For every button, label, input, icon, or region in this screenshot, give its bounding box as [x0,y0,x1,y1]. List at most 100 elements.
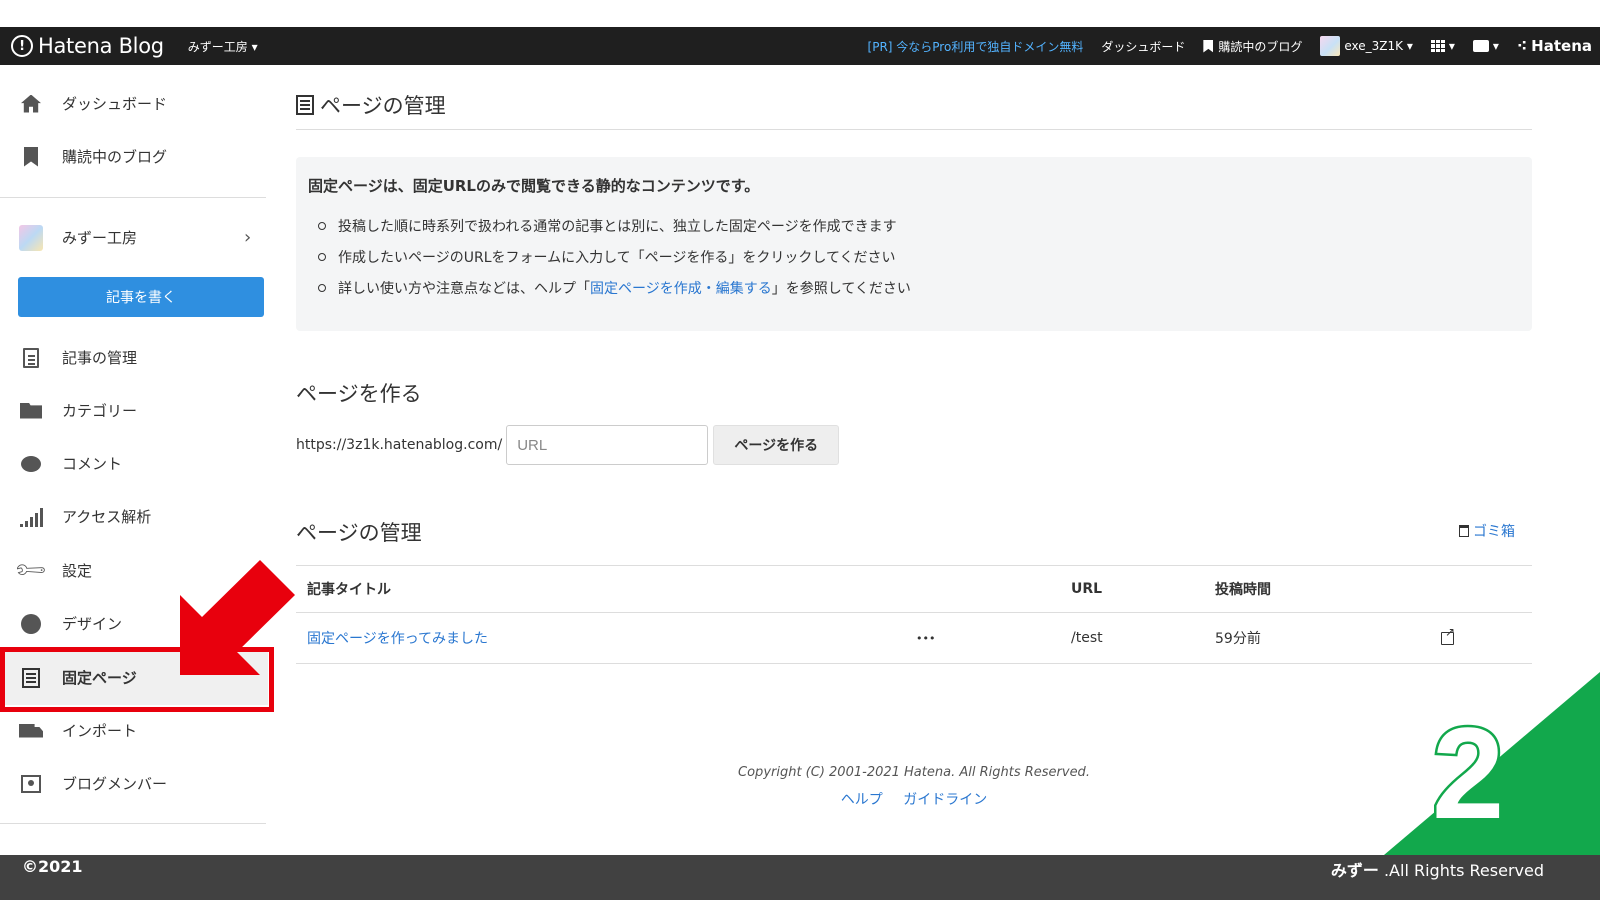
column-posted: 投稿時間 [1215,582,1271,598]
sidebar-item-articles[interactable]: 記事の管理 [0,331,268,384]
header-reading-link[interactable]: 購読中のブログ [1203,38,1302,55]
grid-icon [1430,39,1445,53]
trash-icon [1459,525,1469,537]
create-page-button[interactable]: ページを作る [713,425,840,465]
wrench-icon: 🔧︎ [12,551,50,590]
document-icon [23,347,39,368]
comment-icon [21,455,41,472]
posted-time: 59分前 [1215,631,1261,647]
trash-label: ゴミ箱 [1473,524,1515,540]
info-list: 投稿した順に時系列で扱われる通常の記事とは別に、独立した固定ページを作成できます… [318,210,911,303]
sidebar-item-label: 記事の管理 [62,349,138,367]
footer-copyright: Copyright (C) 2001-2021 Hatena. All Righ… [738,765,1090,780]
list-item: 作成したいページのURLをフォームに入力して「ページを作る」をクリックしてくださ… [318,241,911,272]
header-dashboard-link[interactable]: ダッシュボード [1101,38,1185,55]
info-bullet-text: 」を参照してください [771,280,911,297]
sidebar-item-comments[interactable]: コメント [0,437,268,490]
trash-link[interactable]: ゴミ箱 [1459,521,1515,541]
list-item: 投稿した順に時系列で扱われる通常の記事とは別に、独立した固定ページを作成できます [318,210,911,241]
chevron-right-icon: › [244,227,252,248]
username: exe_3Z1K ▾ [1344,39,1413,53]
url-input[interactable] [506,425,709,465]
apps-menu[interactable]: ▾ [1430,39,1455,53]
page-title-text: ページの管理 [320,94,446,118]
column-url: URL [1071,581,1103,597]
more-menu-button[interactable]: ••• [916,613,935,663]
home-icon [21,94,41,113]
author-name: みずー [1330,861,1379,880]
manage-pages-heading: ページの管理 [296,521,422,545]
hatena-logo-icon: ! [11,35,33,57]
sidebar-item-reading[interactable]: 購読中のブログ [0,130,268,183]
blog-avatar [19,224,43,251]
members-icon [21,774,41,793]
divider [0,823,266,824]
help-link[interactable]: 固定ページを作成・編集する [590,278,772,298]
write-article-button[interactable]: 記事を書く [18,277,264,317]
truck-icon [19,723,43,738]
pages-icon [296,95,314,115]
brand-label: Hatena Blog [38,34,164,58]
info-bullet-text: 作成したいページのURLをフォームに入力して「ページを作る」をクリックしてくださ… [338,249,896,266]
footer-guideline-link[interactable]: ガイドライン [903,792,987,808]
hatena-link[interactable]: ⁖ Hatena [1517,37,1592,55]
footer-help-link[interactable]: ヘルプ [841,792,883,808]
sidebar-item-label: カテゴリー [62,402,138,420]
copyright-year: ©2021 [22,857,83,876]
palette-icon [21,613,41,634]
sidebar-item-label: インポート [62,722,138,740]
list-item: 詳しい使い方や注意点などは、ヘルプ「 固定ページを作成・編集する 」を参照してくださ… [318,272,911,303]
blog-selector[interactable]: みずー工房 ▾ [188,38,258,55]
sidebar-item-categories[interactable]: カテゴリー [0,384,268,437]
url-prefix: https://3z1k.hatenablog.com/ [296,437,503,453]
reading-label: 購読中のブログ [1218,39,1303,54]
info-box: 固定ページは、固定URLのみで閲覧できる静的なコンテンツです。 投稿した順に時系… [296,157,1532,331]
sidebar-item-label: コメント [62,455,123,473]
red-arrow-icon [180,560,295,675]
step-number: 2 [1429,700,1506,846]
sidebar-item-label: 購読中のブログ [62,148,168,166]
sidebar-item-label: ダッシュボード [62,95,168,113]
hatena-blog-logo[interactable]: ! Hatena Blog [11,34,164,58]
divider [296,129,1532,130]
rights-label: .All Rights Reserved [1378,861,1544,880]
user-menu[interactable]: exe_3Z1K ▾ [1320,36,1413,56]
divider [0,197,266,198]
rights-text: みずー .All Rights Reserved [1331,857,1544,881]
folder-icon [20,402,42,419]
page-url: /test [1071,630,1103,646]
create-page-form: https://3z1k.hatenablog.com/ ページを作る [296,425,840,465]
page-title-link[interactable]: 固定ページを作ってみました [307,613,488,663]
sidebar-item-dashboard[interactable]: ダッシュボード [0,77,268,130]
sidebar-item-label: みずー工房 [62,229,138,247]
info-bullet-text: 詳しい使い方や注意点などは、ヘルプ「 [338,280,590,297]
sidebar: ダッシュボード 購読中のブログ みずー工房 › 記事を書く 記事の管理 カテゴリ… [0,65,274,875]
notification-icon [1472,40,1489,52]
bottom-credit-bar: ©2021 みずー .All Rights Reserved [0,855,1600,900]
sidebar-item-members[interactable]: ブログメンバー [0,757,268,810]
pages-table: 記事タイトル URL 投稿時間 固定ページを作ってみました ••• /test … [296,565,1532,664]
footer-links: ヘルプ ガイドライン [296,789,1532,809]
sidebar-item-label: ブログメンバー [62,775,168,793]
top-margin [0,0,1600,27]
sidebar-item-analytics[interactable]: アクセス解析 [0,490,268,543]
avatar [1320,36,1341,56]
external-link-button[interactable] [1441,613,1455,663]
info-bullet-text: 投稿した順に時系列で扱われる通常の記事とは別に、独立した固定ページを作成できます [338,218,897,235]
sidebar-item-label: アクセス解析 [62,508,152,526]
hatena-mark-icon: ⁖ [1516,37,1528,55]
global-header: ! Hatena Blog みずー工房 ▾ [PR] 今ならPro利用で独自ドメ… [0,27,1600,65]
bar-chart-icon [19,507,43,527]
notifications-menu[interactable]: ▾ [1472,39,1499,53]
bookmark-icon [1203,39,1214,53]
table-header: 記事タイトル URL 投稿時間 [296,565,1532,612]
info-heading: 固定ページは、固定URLのみで閲覧できる静的なコンテンツです。 [308,177,760,195]
external-link-icon [1441,625,1455,645]
sidebar-item-label: 設定 [62,562,93,580]
bookmark-icon [24,146,38,167]
sidebar-item-blog[interactable]: みずー工房 › [0,211,268,264]
column-title: 記事タイトル [307,582,391,598]
sidebar-item-label: デザイン [62,615,123,633]
pr-link[interactable]: [PR] 今ならPro利用で独自ドメイン無料 [868,38,1084,55]
table-row: 固定ページを作ってみました ••• /test 59分前 [296,612,1532,664]
